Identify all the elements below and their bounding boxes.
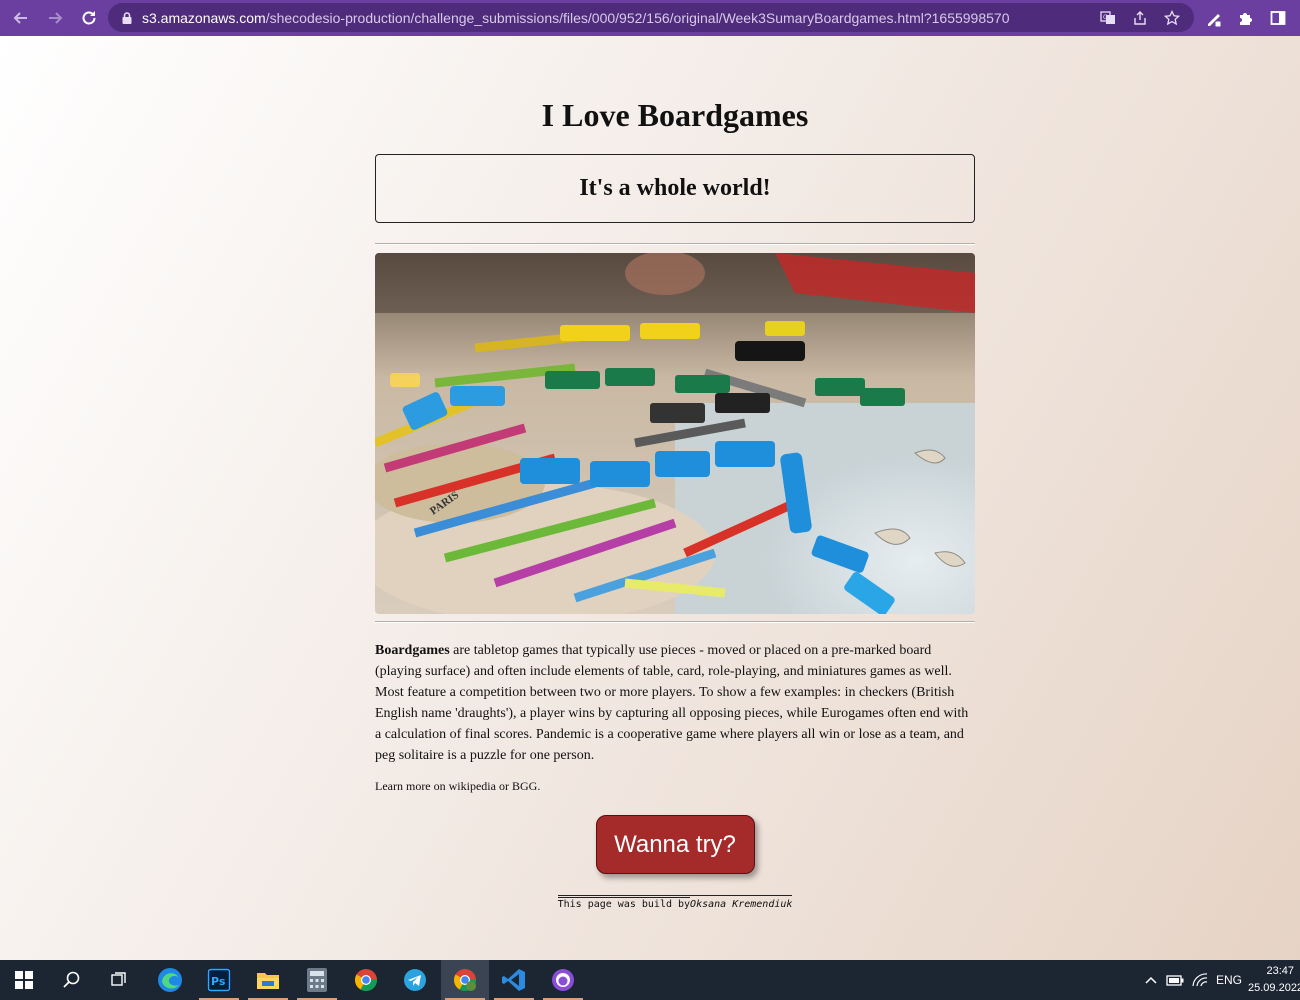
forward-icon (49, 12, 63, 24)
reload-button[interactable] (73, 2, 105, 34)
translate-icon[interactable]: G (1092, 3, 1124, 32)
browser-toolbar: s3.amazonaws.com/shecodesio-production/c… (0, 0, 1300, 36)
learn-mid: or (495, 779, 512, 793)
share-icon[interactable] (1124, 3, 1156, 32)
learn-more-line: Learn more on wikipedia or BGG. (375, 779, 975, 794)
search-icon[interactable] (48, 960, 96, 1000)
footer: This page was build by Oksana Kremendiuk (375, 894, 975, 912)
clock-time: 23:47 (1266, 965, 1294, 977)
language-label: ENG (1215, 973, 1242, 987)
learn-suffix: . (537, 779, 541, 793)
subtitle-box: It's a whole world! (375, 154, 975, 223)
footer-prefix: This page was build by (557, 897, 691, 910)
side-panel-icon[interactable] (1262, 2, 1294, 34)
tray-chevron-up-icon[interactable] (1140, 960, 1162, 1000)
subtitle: It's a whole world! (579, 175, 771, 201)
pen-extension-icon[interactable] (1198, 2, 1230, 34)
battery-icon[interactable] (1164, 960, 1186, 1000)
hero-image-boardgame: PARIS (375, 253, 975, 614)
language-indicator[interactable]: ENG (1213, 960, 1245, 1000)
page-title: I Love Boardgames (541, 97, 809, 133)
windows-start-icon[interactable] (0, 960, 48, 1000)
telegram-icon[interactable] (391, 960, 439, 1000)
url-text[interactable]: s3.amazonaws.com/shecodesio-production/c… (142, 10, 1082, 26)
description-paragraph: Boardgames are tabletop games that typic… (375, 640, 975, 766)
vscode-icon[interactable] (490, 960, 538, 1000)
address-bar[interactable]: s3.amazonaws.com/shecodesio-production/c… (108, 3, 1194, 32)
windows-taskbar: Ps ENG 23:47 25.09.2022 (0, 960, 1300, 1000)
footer-author: Oksana Kremendiuk (690, 899, 793, 910)
svg-text:G: G (1103, 14, 1108, 21)
chrome-icon[interactable] (342, 960, 390, 1000)
github-desktop-icon[interactable] (539, 960, 587, 1000)
forward-button[interactable] (39, 2, 71, 34)
system-clock[interactable]: 23:47 25.09.2022 (1248, 963, 1300, 997)
wikipedia-link[interactable]: wikipedia (449, 779, 496, 793)
bookmark-star-icon[interactable] (1156, 3, 1188, 32)
wifi-icon[interactable] (1188, 960, 1212, 1000)
edge-icon[interactable] (146, 960, 194, 1000)
calculator-icon[interactable] (293, 960, 341, 1000)
chrome-profile-icon[interactable] (441, 960, 489, 1000)
clock-date: 25.09.2022 (1248, 982, 1300, 994)
description-text: are tabletop games that typically use pi… (375, 643, 969, 763)
reload-icon (82, 11, 96, 25)
divider-top (375, 243, 975, 245)
content-column: I Love Boardgames It's a whole world! PA… (375, 36, 975, 912)
puzzle-extensions-icon[interactable] (1230, 2, 1262, 34)
back-button[interactable] (5, 2, 37, 34)
web-page: I Love Boardgames It's a whole world! PA… (0, 36, 1300, 960)
divider-bottom (375, 621, 975, 623)
learn-prefix: Learn more on (375, 779, 449, 793)
back-icon (13, 12, 27, 24)
svg-text:Ps: Ps (211, 975, 226, 988)
task-view-icon[interactable] (96, 960, 144, 1000)
photoshop-icon[interactable]: Ps (195, 960, 243, 1000)
lock-icon (120, 11, 134, 25)
description-bold: Boardgames (375, 643, 450, 658)
file-explorer-icon[interactable] (244, 960, 292, 1000)
cta-wrapper: Wanna try? (375, 815, 975, 874)
footer-credit: This page was build by Oksana Kremendiuk (557, 895, 793, 910)
wanna-try-button[interactable]: Wanna try? (595, 815, 755, 874)
bgg-link[interactable]: BGG (512, 779, 537, 793)
